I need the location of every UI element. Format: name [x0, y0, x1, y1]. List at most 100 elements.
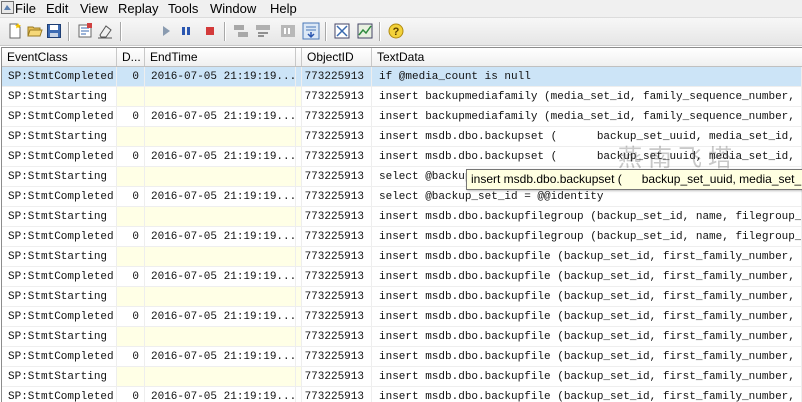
objectid-cell: 773225913 — [302, 247, 372, 267]
trace-grid[interactable]: EventClass D... EndTime ObjectID TextDat… — [1, 47, 802, 402]
eventclass-cell: SP:StmtCompleted — [2, 267, 117, 287]
start-replay-icon[interactable] — [157, 22, 175, 40]
textdata-cell: if @media_count is null — [372, 67, 802, 87]
eventclass-cell: SP:StmtStarting — [2, 367, 117, 387]
table-row[interactable]: SP:StmtStarting 773225913 insert msdb.dbo.… — [2, 207, 802, 227]
textdata-cell: insert msdb.dbo.backupfile (backup_set_i… — [372, 287, 802, 307]
toolbar-separator — [120, 22, 122, 41]
objectid-cell: 773225913 — [302, 147, 372, 167]
eventclass-cell: SP:StmtCompleted — [2, 107, 117, 127]
objectid-cell: 773225913 — [302, 227, 372, 247]
objectid-cell: 773225913 — [302, 127, 372, 147]
table-row[interactable]: SP:StmtCompleted 0 2016-07-05 21:19:19... 7… — [2, 267, 802, 287]
activity-monitor-icon[interactable] — [333, 22, 351, 40]
objectid-cell: 773225913 — [302, 287, 372, 307]
endtime-cell: 2016-07-05 21:19:19... — [145, 307, 296, 327]
stop-icon[interactable] — [201, 22, 219, 40]
properties-icon[interactable] — [76, 22, 94, 40]
duration-cell: 0 — [117, 67, 145, 87]
eventclass-cell: SP:StmtCompleted — [2, 227, 117, 247]
table-row[interactable]: SP:StmtCompleted 0 2016-07-05 21:19:19... 7… — [2, 187, 802, 207]
textdata-cell: insert msdb.dbo.backupfile (backup_set_i… — [372, 347, 802, 367]
endtime-cell — [145, 127, 296, 147]
menu-edit[interactable]: Edit — [46, 1, 68, 16]
menu-window[interactable]: Window — [210, 1, 256, 16]
pause-icon[interactable] — [177, 22, 195, 40]
table-row-selected[interactable]: SP:StmtCompleted 0 2016-07-05 21:19:19... 7… — [2, 67, 802, 87]
endtime-cell: 2016-07-05 21:19:19... — [145, 227, 296, 247]
eventclass-cell: SP:StmtCompleted — [2, 387, 117, 402]
table-row[interactable]: SP:StmtStarting 773225913 insert backupmed… — [2, 87, 802, 107]
eventclass-cell: SP:StmtStarting — [2, 207, 117, 227]
app-system-icon[interactable] — [1, 1, 14, 14]
open-icon[interactable] — [26, 22, 44, 40]
toolbar: ? — [0, 18, 802, 46]
eventclass-cell: SP:StmtStarting — [2, 167, 117, 187]
endtime-cell — [145, 247, 296, 267]
duration-cell: 0 — [117, 387, 145, 402]
duration-cell — [117, 247, 145, 267]
run-to-cursor-icon[interactable] — [254, 22, 272, 40]
eventclass-cell: SP:StmtCompleted — [2, 307, 117, 327]
textdata-cell: insert msdb.dbo.backupfile (backup_set_i… — [372, 327, 802, 347]
auto-scroll-icon[interactable] — [302, 22, 320, 40]
duration-cell: 0 — [117, 267, 145, 287]
menu-view[interactable]: View — [80, 1, 108, 16]
objectid-cell: 773225913 — [302, 347, 372, 367]
endtime-cell — [145, 327, 296, 347]
duration-cell: 0 — [117, 227, 145, 247]
duration-cell — [117, 87, 145, 107]
eventclass-cell: SP:StmtStarting — [2, 127, 117, 147]
save-icon[interactable] — [45, 22, 63, 40]
help-icon[interactable]: ? — [387, 22, 405, 40]
menu-help[interactable]: Help — [270, 1, 297, 16]
table-row[interactable]: SP:StmtCompleted 0 2016-07-05 21:19:19... 7… — [2, 387, 802, 402]
menu-file[interactable]: File — [15, 1, 36, 16]
column-header-textdata[interactable]: TextData — [372, 48, 802, 66]
new-trace-icon[interactable] — [6, 22, 24, 40]
endtime-cell — [145, 287, 296, 307]
column-header-objectid[interactable]: ObjectID — [302, 48, 372, 66]
menu-replay[interactable]: Replay — [118, 1, 158, 16]
table-row[interactable]: SP:StmtStarting 773225913 insert msdb.dbo.… — [2, 367, 802, 387]
toggle-breakpoint-icon[interactable] — [279, 22, 297, 40]
eventclass-cell: SP:StmtCompleted — [2, 67, 117, 87]
toolbar-separator — [224, 22, 226, 41]
objectid-cell: 773225913 — [302, 187, 372, 207]
menu-bar: File Edit View Replay Tools Window Help — [0, 0, 802, 18]
duration-cell: 0 — [117, 307, 145, 327]
duration-cell — [117, 287, 145, 307]
table-row[interactable]: SP:StmtStarting 773225913 insert msdb.dbo.… — [2, 247, 802, 267]
toolbar-separator — [379, 22, 381, 41]
endtime-cell — [145, 367, 296, 387]
table-row[interactable]: SP:StmtCompleted 0 2016-07-05 21:19:19... 7… — [2, 107, 802, 127]
column-header-duration[interactable]: D... — [117, 48, 145, 66]
table-row[interactable]: SP:StmtCompleted 0 2016-07-05 21:19:19... 7… — [2, 227, 802, 247]
table-row[interactable]: SP:StmtCompleted 0 2016-07-05 21:19:19... 7… — [2, 347, 802, 367]
column-header-endtime[interactable]: EndTime — [145, 48, 296, 66]
column-header-eventclass[interactable]: EventClass — [2, 48, 117, 66]
table-row[interactable]: SP:StmtStarting 773225913 insert msdb.dbo.… — [2, 327, 802, 347]
eventclass-cell: SP:StmtStarting — [2, 287, 117, 307]
duration-cell: 0 — [117, 187, 145, 207]
objectid-cell: 773225913 — [302, 87, 372, 107]
endtime-cell: 2016-07-05 21:19:19... — [145, 107, 296, 127]
objectid-cell: 773225913 — [302, 167, 372, 187]
eventclass-cell: SP:StmtCompleted — [2, 187, 117, 207]
endtime-cell — [145, 167, 296, 187]
endtime-cell: 2016-07-05 21:19:19... — [145, 387, 296, 402]
textdata-cell: insert msdb.dbo.backupfilegroup (backup_… — [372, 227, 802, 247]
step-icon[interactable] — [232, 22, 250, 40]
menu-tools[interactable]: Tools — [168, 1, 198, 16]
performance-icon[interactable] — [356, 22, 374, 40]
eventclass-cell: SP:StmtCompleted — [2, 147, 117, 167]
objectid-cell: 773225913 — [302, 107, 372, 127]
textdata-cell: insert msdb.dbo.backupfile (backup_set_i… — [372, 387, 802, 402]
clear-icon[interactable] — [96, 22, 114, 40]
table-row[interactable]: SP:StmtStarting 773225913 insert msdb.dbo.… — [2, 287, 802, 307]
endtime-cell — [145, 87, 296, 107]
table-row[interactable]: SP:StmtCompleted 0 2016-07-05 21:19:19... 7… — [2, 307, 802, 327]
textdata-cell: insert msdb.dbo.backupfile (backup_set_i… — [372, 307, 802, 327]
toolbar-separator — [325, 22, 327, 41]
objectid-cell: 773225913 — [302, 207, 372, 227]
